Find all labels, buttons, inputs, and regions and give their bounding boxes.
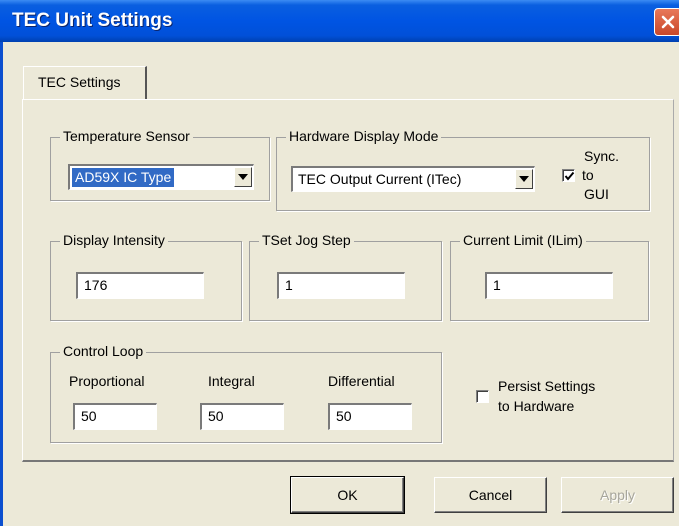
- chevron-down-icon: [238, 174, 248, 180]
- tab-label: TEC Settings: [38, 74, 121, 90]
- proportional-label: Proportional: [69, 373, 145, 389]
- hardware-display-mode-value: TEC Output Current (ITec): [298, 171, 462, 187]
- temperature-sensor-label: Temperature Sensor: [60, 128, 193, 144]
- temperature-sensor-dropdown-button[interactable]: [234, 167, 252, 187]
- integral-label: Integral: [208, 373, 255, 389]
- sync-label-line1: Sync.: [584, 148, 620, 164]
- close-button[interactable]: [654, 8, 679, 36]
- integral-input[interactable]: 50: [200, 403, 284, 430]
- control-loop-label: Control Loop: [60, 343, 147, 359]
- current-limit-input[interactable]: 1: [485, 272, 613, 299]
- tset-jog-step-label: TSet Jog Step: [259, 232, 354, 248]
- close-icon: [661, 15, 675, 29]
- cancel-button[interactable]: Cancel: [434, 477, 547, 513]
- hardware-display-mode-dropdown-button[interactable]: [515, 169, 533, 189]
- hardware-display-mode-label: Hardware Display Mode: [286, 128, 442, 144]
- temperature-sensor-value: AD59X IC Type: [72, 168, 175, 187]
- sync-label-line2: to: [582, 167, 594, 183]
- chevron-down-icon: [519, 176, 529, 182]
- ok-button[interactable]: OK: [290, 476, 405, 514]
- persist-settings-checkbox[interactable]: [476, 390, 489, 403]
- display-intensity-input[interactable]: 176: [76, 272, 204, 299]
- differential-input[interactable]: 50: [328, 403, 412, 430]
- check-icon: [564, 171, 575, 181]
- apply-button[interactable]: Apply: [561, 477, 674, 513]
- window-left-border: [0, 42, 3, 526]
- sync-label-line3: GUI: [584, 186, 609, 202]
- persist-label-line2: to Hardware: [498, 398, 575, 414]
- tset-jog-step-input[interactable]: 1: [277, 272, 405, 299]
- window-title: TEC Unit Settings: [12, 10, 173, 31]
- title-bar[interactable]: TEC Unit Settings: [0, 0, 679, 42]
- proportional-input[interactable]: 50: [73, 403, 157, 430]
- tab-tec-settings[interactable]: TEC Settings: [23, 66, 147, 100]
- temperature-sensor-select[interactable]: AD59X IC Type: [68, 164, 254, 190]
- persist-label-line1: Persist Settings: [498, 378, 596, 394]
- current-limit-label: Current Limit (ILim): [460, 232, 586, 248]
- sync-to-gui-checkbox[interactable]: [562, 169, 575, 182]
- differential-label: Differential: [328, 373, 395, 389]
- cancel-button-label: Cancel: [468, 487, 513, 503]
- hardware-display-mode-select[interactable]: TEC Output Current (ITec): [291, 166, 535, 192]
- display-intensity-label: Display Intensity: [60, 232, 168, 248]
- ok-button-label: OK: [337, 487, 358, 503]
- apply-button-label: Apply: [599, 487, 636, 503]
